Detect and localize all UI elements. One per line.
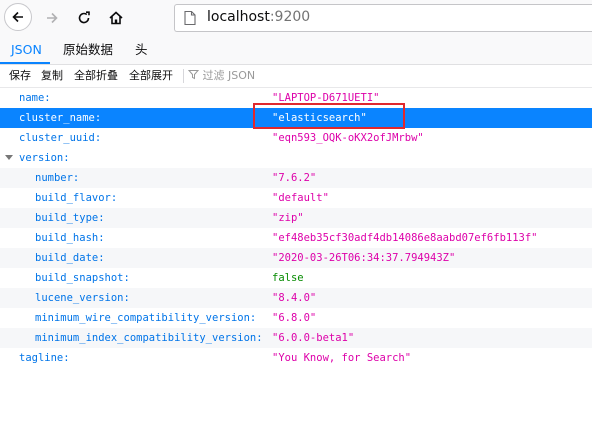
json-value: "7.6.2" [272,172,317,184]
forward-button[interactable] [38,4,66,32]
json-key: version: [19,152,70,164]
filter-json-input[interactable]: 过滤 JSON [187,65,256,87]
json-key: cluster_uuid: [19,132,102,144]
reload-button[interactable] [70,4,98,32]
page-icon [183,10,197,30]
json-key: minimum_wire_compatibility_version: [35,312,257,324]
json-value: "6.8.0" [272,312,317,324]
json-key: lucene_version: [35,292,130,304]
back-button[interactable] [4,3,32,31]
json-key: build_snapshot: [35,272,130,284]
json-row[interactable]: minimum_wire_compatibility_version: "6.8… [0,308,592,328]
url-text: localhost:9200 [207,9,310,25]
address-bar[interactable]: localhost:9200 [174,4,592,32]
json-key: cluster_name: [19,112,102,124]
json-row[interactable]: build_hash: "ef48eb35cf30adf4db14086e8aa… [0,228,592,248]
json-row[interactable]: build_flavor: "default" [0,188,592,208]
expand-toggle-icon[interactable] [5,155,13,160]
active-tab-indicator [0,62,50,64]
json-key: build_date: [35,252,105,264]
json-value: "eqn593_OQK-oKX2ofJMrbw" [272,132,424,144]
tab-headers[interactable]: 头 [135,36,148,64]
json-row[interactable]: build_type: "zip" [0,208,592,228]
url-host: localhost [207,9,270,25]
json-row[interactable]: build_date: "2020-03-26T06:34:37.794943Z… [0,248,592,268]
json-key: name: [19,92,51,104]
home-button[interactable] [102,4,130,32]
json-key: minimum_index_compatibility_version: [35,332,263,344]
json-key: build_hash: [35,232,105,244]
json-value: false [272,272,304,284]
url-port: :9200 [269,9,311,25]
json-value: "2020-03-26T06:34:37.794943Z" [272,252,456,264]
json-row[interactable]: lucene_version: "8.4.0" [0,288,592,308]
browser-toolbar: localhost:9200 [0,0,592,36]
divider [183,69,184,83]
json-value: "6.0.0-beta1" [272,332,355,344]
copy-button[interactable]: 复制 [41,65,63,87]
tab-raw-data[interactable]: 原始数据 [63,36,113,64]
json-row[interactable]: minimum_index_compatibility_version: "6.… [0,328,592,348]
collapse-all-button[interactable]: 全部折叠 [74,65,118,87]
json-value: "ef48eb35cf30adf4db14086e8aabd07ef6fb113… [272,232,538,244]
json-key: number: [35,172,80,184]
arrow-left-icon [12,11,23,23]
json-row-object[interactable]: version: [0,148,592,168]
viewer-tabs: JSON 原始数据 头 [0,36,592,65]
json-row[interactable]: number: "7.6.2" [0,168,592,188]
json-row[interactable]: cluster_uuid: "eqn593_OQK-oKX2ofJMrbw" [0,128,592,148]
json-row[interactable]: tagline: "You Know, for Search" [0,348,592,368]
expand-all-button[interactable]: 全部展开 [129,65,173,87]
filter-placeholder: 过滤 JSON [202,69,256,82]
highlight-annotation-box [253,103,405,129]
json-value: "8.4.0" [272,292,317,304]
reload-icon [78,11,90,24]
tab-json[interactable]: JSON [11,36,42,64]
filter-icon [187,70,200,80]
json-value: "zip" [272,212,304,224]
json-action-bar: 保存 复制 全部折叠 全部展开 过滤 JSON [0,65,592,88]
json-key: build_type: [35,212,105,224]
json-value: "default" [272,192,329,204]
arrow-right-icon [47,12,58,24]
json-row[interactable]: build_snapshot: false [0,268,592,288]
json-key: build_flavor: [35,192,118,204]
json-value: "You Know, for Search" [272,352,412,364]
json-key: tagline: [19,352,70,364]
save-button[interactable]: 保存 [9,65,31,87]
home-icon [109,11,123,25]
